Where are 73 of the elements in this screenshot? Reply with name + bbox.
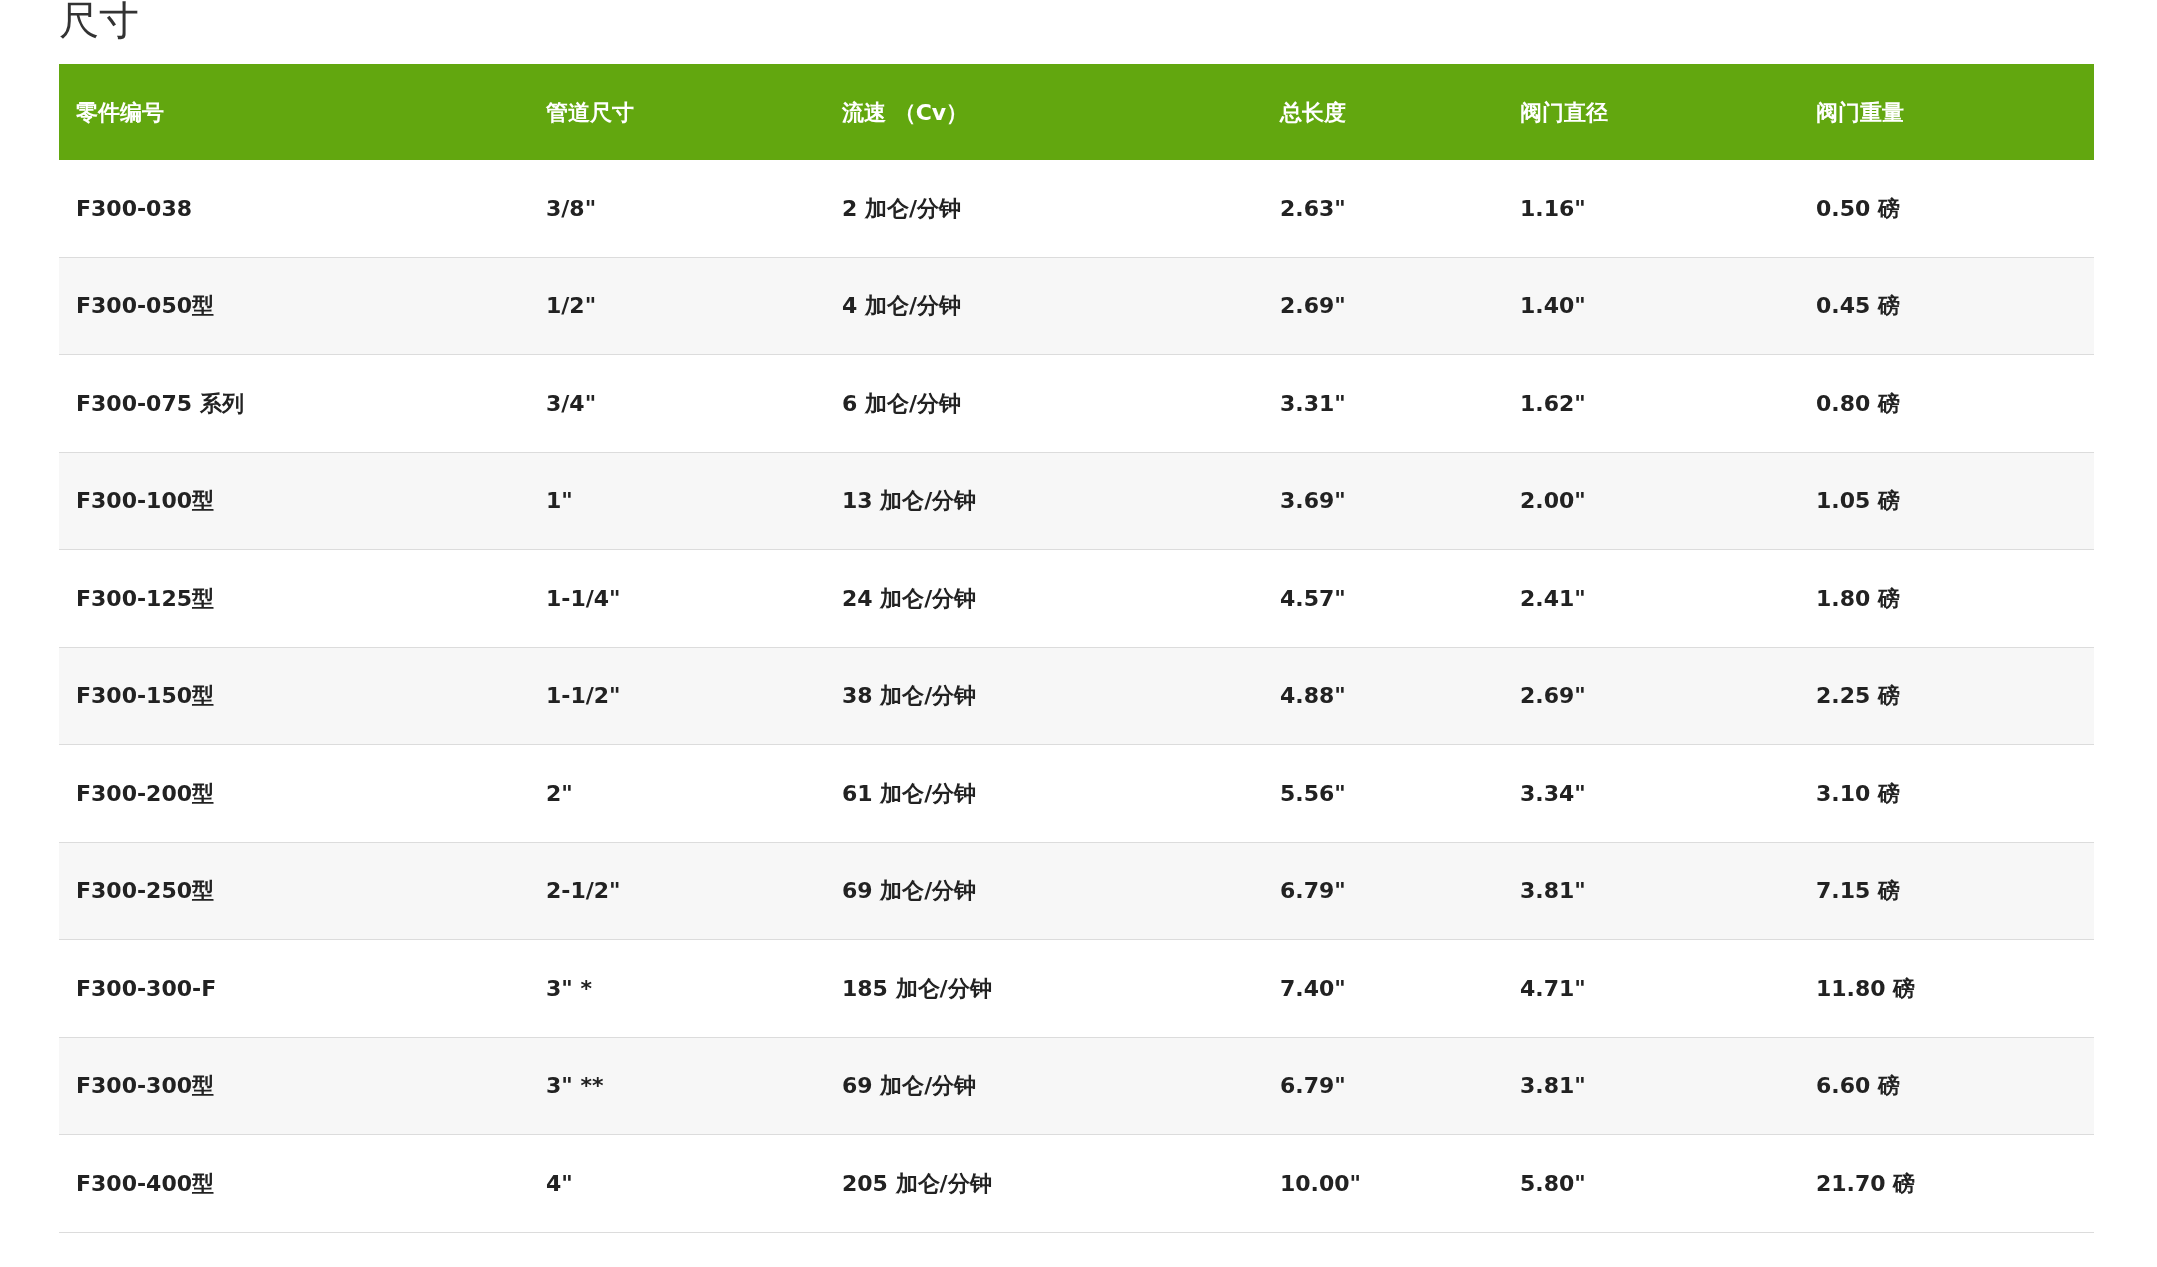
table-cell: 3" * — [546, 975, 592, 1001]
table-cell: 3.10 磅 — [1816, 780, 1900, 806]
table-cell: F300-075 系列 — [76, 390, 244, 416]
table-cell: F300-200型 — [76, 780, 214, 806]
table-cell: 5.56" — [1280, 780, 1346, 806]
column-header: 总长度 — [1280, 99, 1346, 125]
table-cell: 2.63" — [1280, 195, 1346, 221]
table-cell: 205 加仑/分钟 — [842, 1170, 992, 1196]
table-cell: 3.34" — [1520, 780, 1586, 806]
table-cell: 1.16" — [1520, 195, 1586, 221]
table-cell: 1" — [546, 488, 573, 514]
table-cell: 1.40" — [1520, 293, 1586, 319]
table-cell: 1.05 磅 — [1816, 488, 1900, 514]
table-cell: 0.45 磅 — [1816, 293, 1900, 319]
table-cell: 5.80" — [1520, 1170, 1586, 1196]
table-cell: F300-300型 — [76, 1073, 214, 1099]
section-title: 尺寸 — [59, 0, 140, 45]
table-cell: 2" — [546, 780, 573, 806]
table-cell: F300-250型 — [76, 878, 214, 904]
table-cell: 24 加仑/分钟 — [842, 585, 977, 611]
table-cell: F300-100型 — [76, 488, 214, 514]
table-cell: 6.79" — [1280, 878, 1346, 904]
table-cell: 1.62" — [1520, 390, 1586, 416]
table-cell: 11.80 磅 — [1816, 975, 1916, 1001]
table-cell: 6.79" — [1280, 1073, 1346, 1099]
table-cell: 1/2" — [546, 293, 597, 319]
table-cell: 6 加仑/分钟 — [842, 390, 961, 416]
table-cell: F300-038 — [76, 195, 192, 221]
table-cell: 1-1/4" — [546, 585, 621, 611]
table-cell: 0.80 磅 — [1816, 390, 1900, 416]
table-cell: F300-400型 — [76, 1170, 214, 1196]
table-cell: 7.15 磅 — [1816, 878, 1900, 904]
table-cell: 3/4" — [546, 390, 597, 416]
table-cell: F300-300-F — [76, 975, 217, 1001]
table-cell: 2 加仑/分钟 — [842, 195, 961, 221]
table-cell: 69 加仑/分钟 — [842, 878, 977, 904]
table-cell: 6.60 磅 — [1816, 1073, 1900, 1099]
table-cell: F300-125型 — [76, 585, 214, 611]
table-cell: 0.50 磅 — [1816, 195, 1900, 221]
table-cell: 2.69" — [1520, 683, 1586, 709]
table-cell: 3.81" — [1520, 1073, 1586, 1099]
table-cell: 3.81" — [1520, 878, 1586, 904]
table-cell: 13 加仑/分钟 — [842, 488, 977, 514]
table-cell: 2.41" — [1520, 585, 1586, 611]
table-cell: 4 加仑/分钟 — [842, 293, 961, 319]
table-cell: F300-150型 — [76, 683, 214, 709]
table-cell: 10.00" — [1280, 1170, 1362, 1196]
table-cell: 7.40" — [1280, 975, 1346, 1001]
table-cell: 4" — [546, 1170, 573, 1196]
table-cell: 3.69" — [1280, 488, 1346, 514]
table-cell: 4.71" — [1520, 975, 1586, 1001]
table-cell: 69 加仑/分钟 — [842, 1073, 977, 1099]
table-cell: 185 加仑/分钟 — [842, 975, 992, 1001]
table-cell: 3.31" — [1280, 390, 1346, 416]
column-header: 零件编号 — [76, 99, 164, 125]
column-header: 阀门重量 — [1816, 99, 1904, 125]
table-cell: 3" ** — [546, 1073, 604, 1099]
table-cell: 38 加仑/分钟 — [842, 683, 977, 709]
table-cell: 21.70 磅 — [1816, 1170, 1916, 1196]
table-cell: 2-1/2" — [546, 878, 621, 904]
table-cell: 61 加仑/分钟 — [842, 780, 977, 806]
table-cell: 2.25 磅 — [1816, 683, 1900, 709]
table-cell: F300-050型 — [76, 293, 214, 319]
column-header: 流速 （Cv） — [842, 99, 969, 125]
column-header: 阀门直径 — [1520, 99, 1608, 125]
table-cell: 2.00" — [1520, 488, 1586, 514]
table-cell: 3/8" — [546, 195, 597, 221]
column-header: 管道尺寸 — [546, 99, 634, 125]
table-cell: 4.57" — [1280, 585, 1346, 611]
table-cell: 4.88" — [1280, 683, 1346, 709]
table-cell: 1-1/2" — [546, 683, 621, 709]
table-cell: 2.69" — [1280, 293, 1346, 319]
table-cell: 1.80 磅 — [1816, 585, 1900, 611]
